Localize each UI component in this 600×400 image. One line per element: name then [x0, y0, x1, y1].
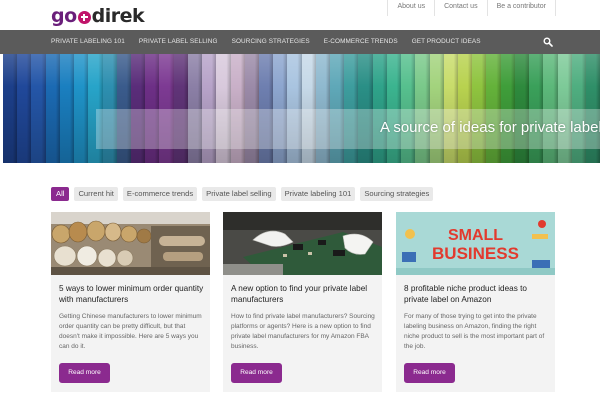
read-more-button[interactable]: Read more	[59, 363, 110, 383]
filter-e-commerce-trends[interactable]: E-commerce trends	[122, 187, 198, 201]
logo[interactable]: go direk	[51, 5, 145, 27]
main-nav: PRIVATE LABELING 101 PRIVATE LABEL SELLI…	[0, 30, 600, 54]
contact-us-link[interactable]: Contact us	[435, 0, 488, 16]
logo-plus-icon	[77, 10, 91, 24]
read-more-button[interactable]: Read more	[231, 363, 282, 383]
image-text-business: BUSINESS	[432, 244, 519, 263]
logo-suffix: direk	[91, 5, 145, 27]
filter-private-label-selling[interactable]: Private label selling	[202, 187, 276, 201]
card-excerpt: Getting Chinese manufacturers to lower m…	[59, 313, 202, 350]
filter-current-hit[interactable]: Current hit	[74, 187, 118, 201]
nav-item-private-label-selling[interactable]: PRIVATE LABEL SELLING	[132, 30, 225, 54]
article-card: SMALL BUSINESS 8 profitable niche produc…	[396, 212, 555, 392]
circuit-board-image[interactable]	[223, 212, 382, 275]
nav-item-get-product-ideas[interactable]: GET PRODUCT IDEAS	[405, 30, 488, 54]
be-a-contributor-link[interactable]: Be a contributor	[488, 0, 556, 16]
top-bar: go direk About us Contact us Be a contri…	[0, 0, 600, 30]
card-title[interactable]: 8 profitable niche product ideas to priv…	[404, 284, 550, 305]
logo-prefix: go	[51, 5, 77, 27]
category-filters: All Current hit E-commerce trends Privat…	[51, 187, 434, 201]
article-card: A new option to find your private label …	[223, 212, 382, 392]
hero-title: A source of ideas for private label	[380, 119, 600, 136]
hero-banner: A source of ideas for private label	[3, 54, 600, 163]
read-more-button[interactable]: Read more	[404, 363, 455, 383]
card-title[interactable]: A new option to find your private label …	[231, 284, 377, 305]
about-us-link[interactable]: About us	[388, 0, 436, 16]
image-text-small: SMALL	[448, 227, 503, 244]
card-excerpt: For many of those trying to get into the…	[404, 313, 545, 350]
nav-item-private-labeling-101[interactable]: PRIVATE LABELING 101	[44, 30, 132, 54]
fabric-rolls-image[interactable]	[51, 212, 210, 275]
filter-all[interactable]: All	[51, 187, 70, 201]
nav-item-e-commerce-trends[interactable]: E-COMMERCE TRENDS	[317, 30, 405, 54]
search-icon[interactable]	[543, 37, 553, 47]
filter-private-labeling-101[interactable]: Private labeling 101	[280, 187, 356, 201]
card-excerpt: How to find private label manufacturers?…	[231, 313, 375, 350]
small-business-image[interactable]: SMALL BUSINESS	[396, 212, 555, 275]
filter-sourcing-strategies[interactable]: Sourcing strategies	[360, 187, 434, 201]
top-links: About us Contact us Be a contributor	[387, 0, 556, 16]
card-title[interactable]: 5 ways to lower minimum order quantity w…	[59, 284, 205, 305]
nav-item-sourcing-strategies[interactable]: SOURCING STRATEGIES	[225, 30, 317, 54]
article-card: 5 ways to lower minimum order quantity w…	[51, 212, 210, 392]
